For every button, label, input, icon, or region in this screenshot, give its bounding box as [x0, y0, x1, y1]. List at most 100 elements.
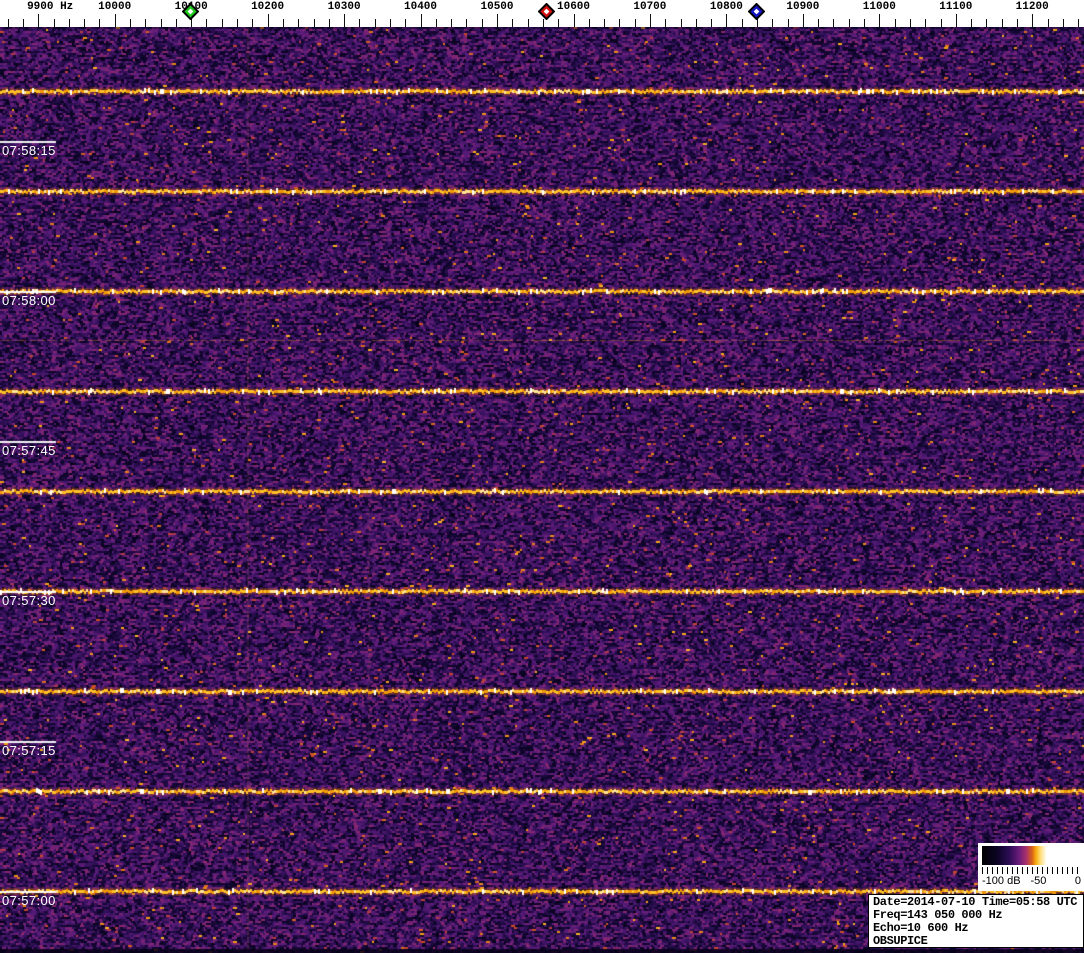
ruler-minor-tick	[69, 19, 70, 27]
ruler-minor-tick	[788, 19, 789, 27]
ruler-minor-tick	[252, 19, 253, 27]
ruler-minor-tick	[604, 19, 605, 27]
waterfall-display: -100 dB -50 0 Date=2014-07-10 Time=05:58…	[0, 27, 1084, 953]
ruler-minor-tick	[145, 19, 146, 27]
marker-red-icon[interactable]	[538, 3, 555, 20]
ruler-minor-tick	[696, 19, 697, 27]
time-label-075700: 07:57:00	[2, 893, 56, 908]
ruler-major-tick	[115, 14, 116, 27]
ruler-minor-tick	[941, 19, 942, 27]
ruler-major-tick	[574, 14, 575, 27]
ruler-minor-tick	[283, 19, 284, 27]
ruler-minor-tick	[895, 19, 896, 27]
ruler-label-10900: 10900	[786, 1, 819, 13]
spectrogram-canvas	[0, 27, 1084, 953]
ruler-minor-tick	[298, 19, 299, 27]
ruler-label-10700: 10700	[633, 1, 666, 13]
colorbar-labels: -100 dB -50 0	[978, 875, 1084, 889]
ruler-major-tick	[344, 14, 345, 27]
ruler-label-10300: 10300	[328, 1, 361, 13]
ruler-minor-tick	[665, 19, 666, 27]
ruler-major-tick	[879, 14, 880, 27]
ruler-label-11000: 11000	[863, 1, 896, 13]
colorbar-mid-label: -50	[1030, 875, 1046, 887]
ruler-label-10200: 10200	[251, 1, 284, 13]
ruler-minor-tick	[359, 19, 360, 27]
ruler-minor-tick	[23, 19, 24, 27]
ruler-minor-tick	[619, 19, 620, 27]
ruler-minor-tick	[635, 19, 636, 27]
ruler-minor-tick	[512, 19, 513, 27]
marker-blue-icon[interactable]	[748, 3, 765, 20]
ruler-minor-tick	[1017, 19, 1018, 27]
ruler-minor-tick	[742, 19, 743, 27]
ruler-minor-tick	[971, 19, 972, 27]
ruler-minor-tick	[482, 19, 483, 27]
ruler-minor-tick	[206, 19, 207, 27]
ruler-major-tick	[1032, 14, 1033, 27]
time-label-075715: 07:57:15	[2, 743, 56, 758]
ruler-label-10400: 10400	[404, 1, 437, 13]
ruler-major-tick	[650, 14, 651, 27]
ruler-minor-tick	[833, 19, 834, 27]
ruler-minor-tick	[237, 19, 238, 27]
time-label-075730: 07:57:30	[2, 593, 56, 608]
info-box: Date=2014-07-10 Time=05:58 UTC Freq=143 …	[868, 894, 1084, 948]
ruler-minor-tick	[161, 19, 162, 27]
ruler-minor-tick	[176, 19, 177, 27]
ruler-minor-tick	[543, 19, 544, 27]
ruler-minor-tick	[849, 19, 850, 27]
frequency-ruler[interactable]: 9900 Hz100001010010200103001040010500106…	[0, 0, 1084, 27]
ruler-minor-tick	[772, 19, 773, 27]
ruler-major-tick	[268, 14, 269, 27]
ruler-minor-tick	[405, 19, 406, 27]
info-observatory: OBSUPICE	[873, 935, 1083, 948]
ruler-minor-tick	[84, 19, 85, 27]
ruler-minor-tick	[910, 19, 911, 27]
ruler-label-11100: 11100	[939, 1, 972, 13]
ruler-major-tick	[497, 14, 498, 27]
ruler-minor-tick	[99, 19, 100, 27]
ruler-minor-tick	[681, 19, 682, 27]
ruler-minor-tick	[1063, 19, 1064, 27]
ruler-minor-tick	[451, 19, 452, 27]
colorbar-ticks	[982, 867, 1081, 874]
ruler-label-10800: 10800	[710, 1, 743, 13]
ruler-minor-tick	[1078, 19, 1079, 27]
ruler-minor-tick	[329, 19, 330, 27]
time-label-075815: 07:58:15	[2, 143, 56, 158]
ruler-label-11200: 11200	[1016, 1, 1049, 13]
time-label-075745: 07:57:45	[2, 443, 56, 458]
ruler-minor-tick	[986, 19, 987, 27]
colorbar-max-label: 0	[1075, 875, 1081, 887]
time-label-075800: 07:58:00	[2, 293, 56, 308]
ruler-minor-tick	[54, 19, 55, 27]
ruler-minor-tick	[589, 19, 590, 27]
ruler-minor-tick	[558, 19, 559, 27]
ruler-minor-tick	[757, 19, 758, 27]
ruler-minor-tick	[528, 19, 529, 27]
ruler-minor-tick	[1002, 19, 1003, 27]
ruler-minor-tick	[314, 19, 315, 27]
ruler-minor-tick	[375, 19, 376, 27]
ruler-label-10500: 10500	[480, 1, 513, 13]
ruler-minor-tick	[436, 19, 437, 27]
marker-green-icon[interactable]	[182, 3, 199, 20]
ruler-major-tick	[726, 14, 727, 27]
ruler-label-10000: 10000	[98, 1, 131, 13]
ruler-minor-tick	[8, 19, 9, 27]
colorbar-gradient	[982, 846, 1080, 865]
ruler-minor-tick	[925, 19, 926, 27]
ruler-label-9900: 9900 Hz	[27, 1, 73, 13]
ruler-minor-tick	[390, 19, 391, 27]
ruler-minor-tick	[222, 19, 223, 27]
ruler-minor-tick	[1048, 19, 1049, 27]
ruler-minor-tick	[466, 19, 467, 27]
spectrogram-window: 9900 Hz100001010010200103001040010500106…	[0, 0, 1084, 953]
ruler-major-tick	[421, 14, 422, 27]
ruler-minor-tick	[864, 19, 865, 27]
ruler-label-10600: 10600	[557, 1, 590, 13]
ruler-minor-tick	[818, 19, 819, 27]
ruler-major-tick	[803, 14, 804, 27]
colorbar-min-label: -100 dB	[982, 875, 1021, 887]
